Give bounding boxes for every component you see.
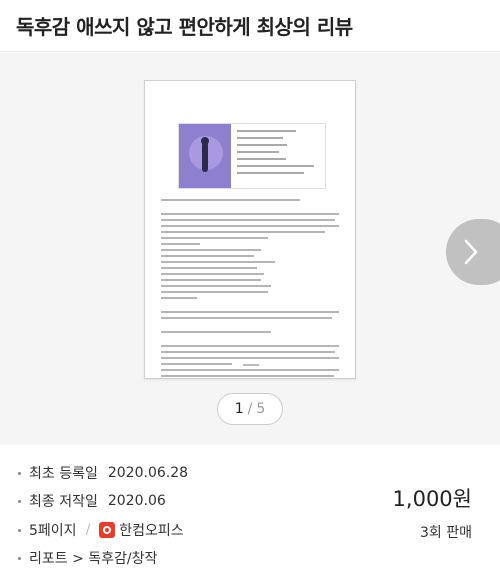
registered-date-label: 최초 등록일 — [29, 466, 98, 482]
page-title: 독후감 애쓰지 않고 편안하게 최상의 리뷰 — [16, 15, 353, 39]
bullet-dot — [18, 528, 21, 532]
page-indicator: 1 / 5 — [217, 393, 283, 425]
document-info-panel: 최초 등록일 2020.06.28 최종 저작일 2020.06 5페이지 / … — [0, 445, 500, 584]
chevron-right-icon — [464, 239, 478, 265]
document-preview[interactable]: 1 / 5 — [0, 53, 500, 445]
created-date-row: 최종 저작일 2020.06 — [18, 491, 166, 511]
created-date-label: 최종 저작일 — [29, 494, 98, 510]
page-number-mark — [243, 364, 259, 366]
current-page: 1 — [234, 401, 244, 417]
bullet-dot — [18, 556, 21, 560]
app-name: 한컴오피스 — [119, 523, 184, 539]
book-cover-image — [179, 124, 231, 188]
document-meta-lines — [237, 130, 321, 179]
document-page-thumbnail[interactable] — [144, 80, 356, 379]
price: 1,000원 — [392, 487, 472, 511]
document-body-text — [161, 199, 339, 381]
category-breadcrumb[interactable]: 리포트 > 독후감/창작 — [29, 548, 157, 568]
header-bar: 독후감 애쓰지 않고 편안하게 최상의 리뷰 — [0, 0, 500, 52]
hancom-office-icon — [99, 522, 116, 538]
page-count: 5페이지 — [29, 523, 77, 539]
document-info-box — [178, 123, 326, 189]
bullet-dot — [18, 499, 21, 503]
bullet-dot — [18, 471, 21, 475]
registered-date-row: 최초 등록일 2020.06.28 — [18, 463, 188, 483]
total-pages: 5 — [256, 401, 266, 417]
next-page-button[interactable] — [446, 219, 500, 285]
page-count-row: 5페이지 / 한컴오피스 — [18, 520, 184, 540]
sales-count: 3회 판매 — [420, 525, 472, 541]
category-row[interactable]: 리포트 > 독후감/창작 — [18, 548, 157, 568]
page-separator: / — [247, 401, 253, 417]
registered-date-value: 2020.06.28 — [107, 465, 189, 481]
created-date-value: 2020.06 — [107, 493, 166, 509]
